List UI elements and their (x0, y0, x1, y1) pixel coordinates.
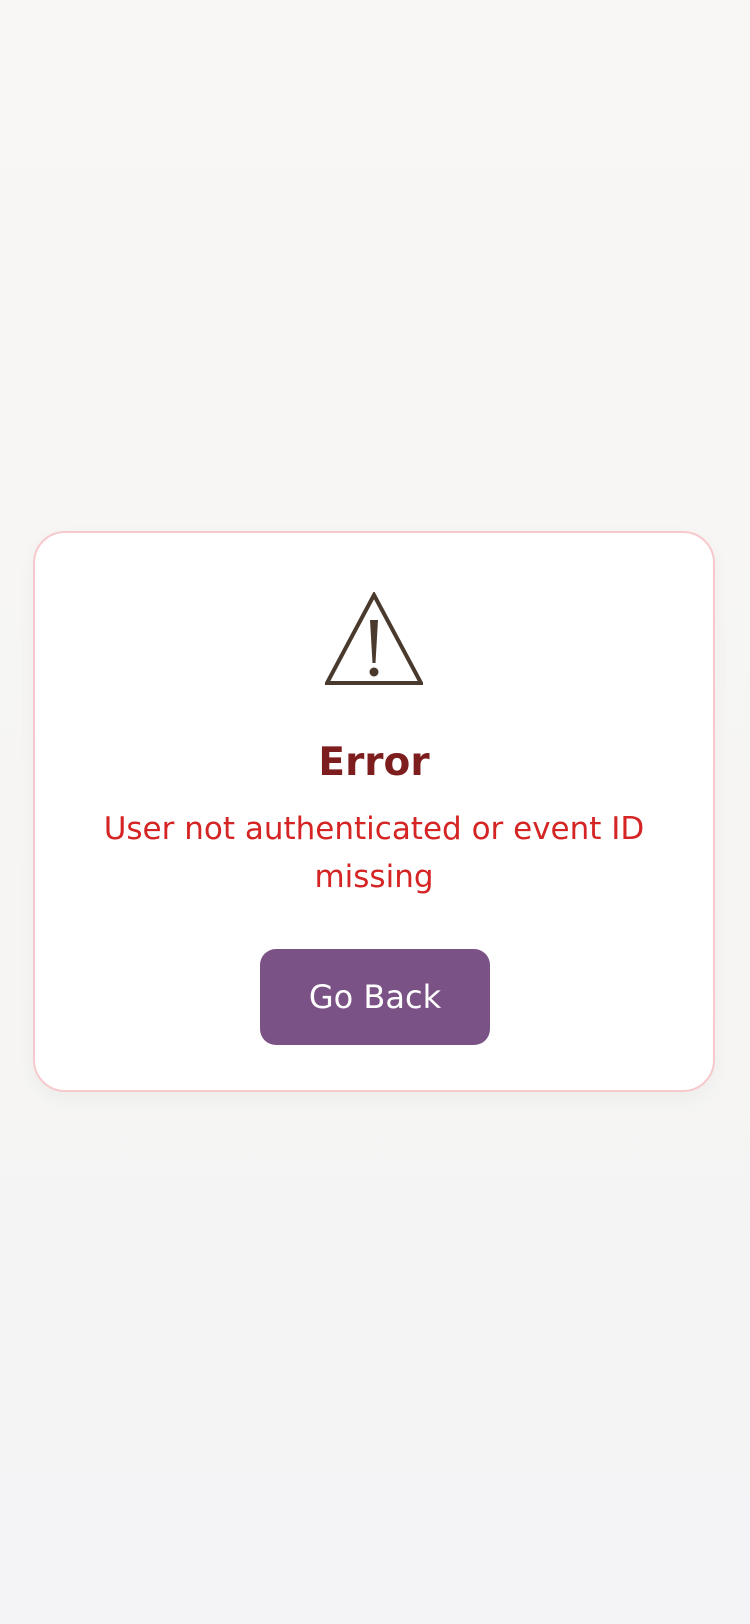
page: Error User not authenticated or event ID… (0, 0, 750, 1624)
error-message: User not authenticated or event ID missi… (103, 811, 645, 895)
warning-triangle-icon (325, 592, 423, 685)
go-back-button[interactable]: Go Back (260, 949, 490, 1045)
error-card: Error User not authenticated or event ID… (33, 531, 715, 1092)
warning-icon-container (35, 592, 713, 688)
error-title: Error (318, 740, 430, 785)
